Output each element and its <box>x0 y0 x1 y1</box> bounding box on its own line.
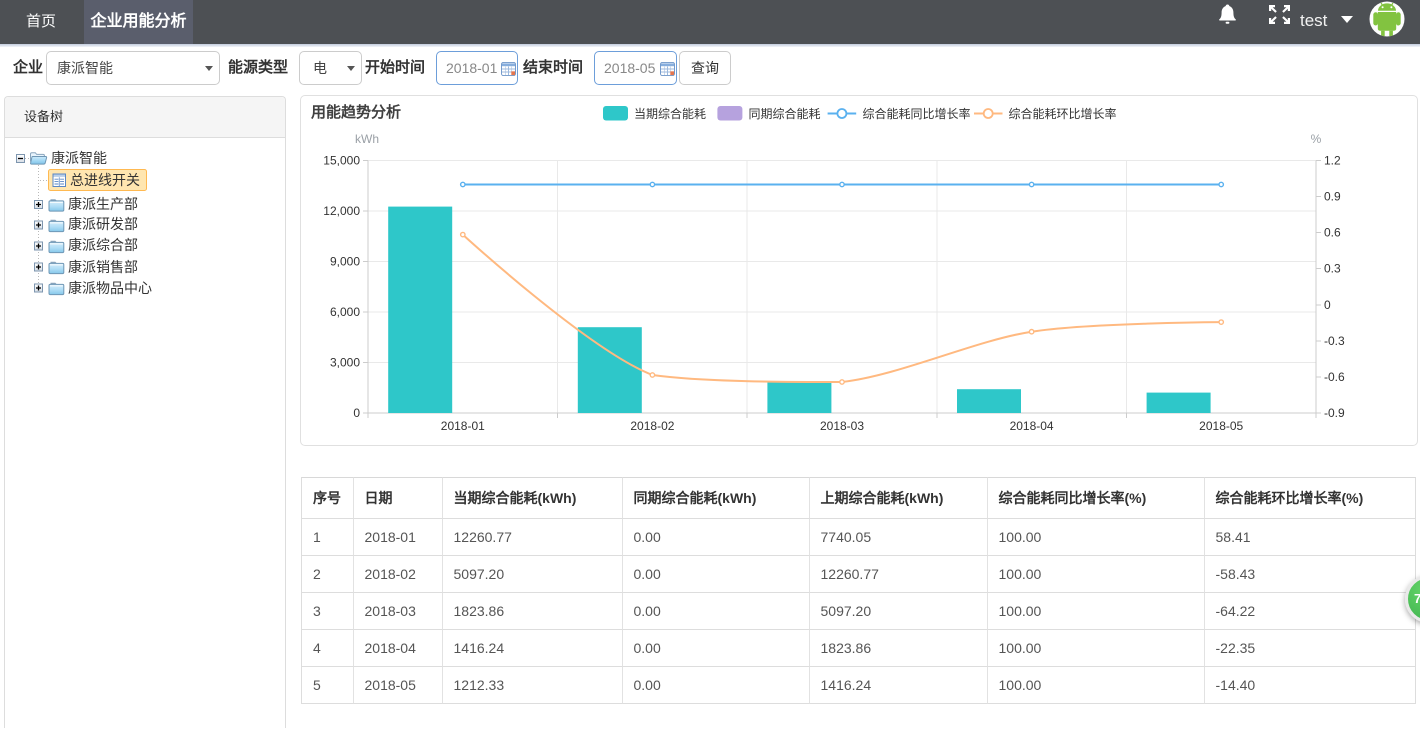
svg-text:综合能耗同比增长率: 综合能耗同比增长率 <box>863 106 971 121</box>
svg-text:0: 0 <box>353 406 360 420</box>
svg-text:0.3: 0.3 <box>1324 262 1341 276</box>
svg-text:2018-05: 2018-05 <box>1199 419 1243 433</box>
svg-text:0.6: 0.6 <box>1324 226 1341 240</box>
svg-text:2018-02: 2018-02 <box>630 419 674 433</box>
svg-text:同期综合能耗: 同期综合能耗 <box>749 106 821 121</box>
svg-text:-0.6: -0.6 <box>1324 370 1345 384</box>
svg-text:%: % <box>1311 132 1322 146</box>
svg-text:当期综合能耗: 当期综合能耗 <box>634 106 706 121</box>
svg-text:0: 0 <box>1324 298 1331 312</box>
svg-text:2018-01: 2018-01 <box>441 419 485 433</box>
svg-text:-0.3: -0.3 <box>1324 334 1345 348</box>
svg-text:12,000: 12,000 <box>323 204 360 218</box>
svg-text:6,000: 6,000 <box>330 305 360 319</box>
svg-text:3,000: 3,000 <box>330 356 360 370</box>
svg-text:0.9: 0.9 <box>1324 190 1341 204</box>
svg-text:15,000: 15,000 <box>323 154 360 168</box>
svg-text:kWh: kWh <box>355 132 379 146</box>
svg-text:1.2: 1.2 <box>1324 154 1341 168</box>
svg-text:2018-04: 2018-04 <box>1010 419 1054 433</box>
svg-text:9,000: 9,000 <box>330 255 360 269</box>
svg-text:综合能耗环比增长率: 综合能耗环比增长率 <box>1009 106 1117 121</box>
svg-text:-0.9: -0.9 <box>1324 406 1345 420</box>
svg-text:2018-03: 2018-03 <box>820 419 864 433</box>
